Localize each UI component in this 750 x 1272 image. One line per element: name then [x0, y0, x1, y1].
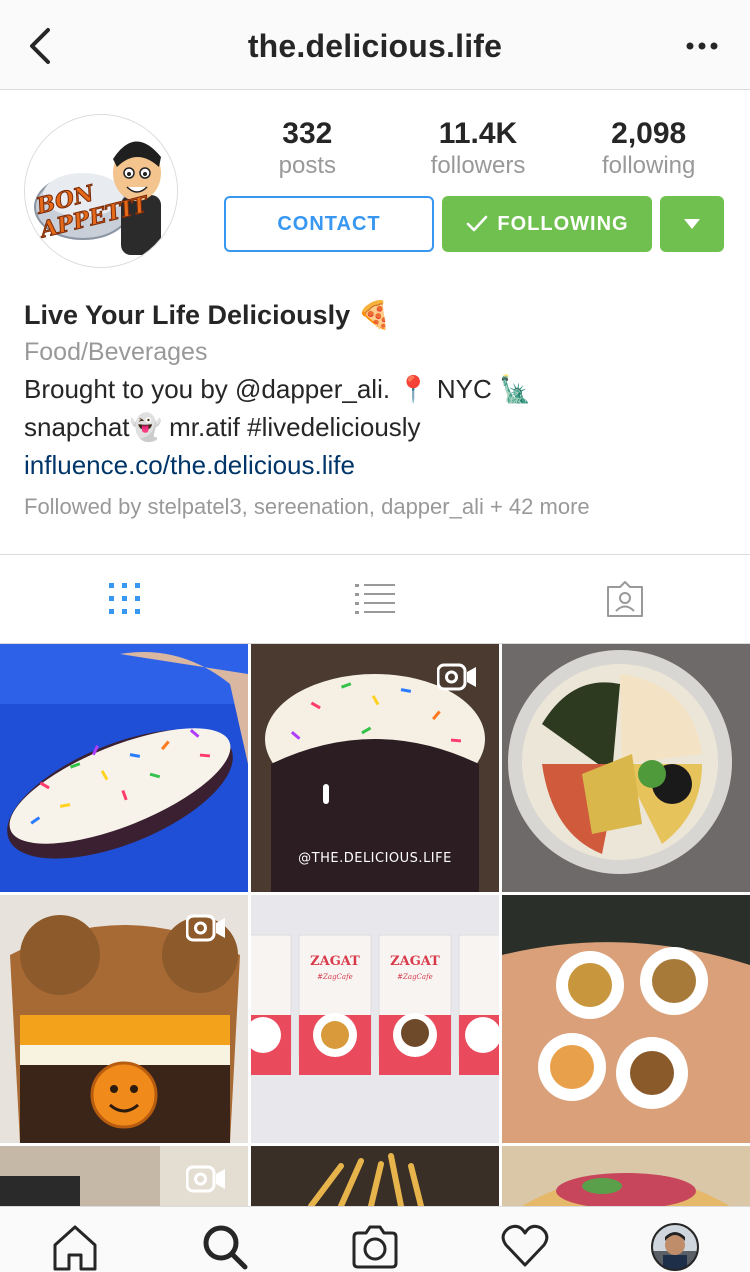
- posts-label: posts: [278, 152, 337, 179]
- followed-by-text[interactable]: Followed by stelpatel3, sereenation, dap…: [24, 490, 724, 524]
- page-title: the.delicious.life: [247, 28, 503, 64]
- bon-appetit-logo: BON APPETIT: [25, 115, 177, 267]
- zagat-sub-label: #ZagCafe: [317, 973, 353, 981]
- post-thumbnail[interactable]: [502, 644, 750, 892]
- video-camera-icon: [437, 663, 476, 691]
- zagat-label: ZAGAT: [310, 954, 360, 969]
- stat-followers[interactable]: 11.4K followers: [393, 116, 564, 186]
- bottom-navigation: [0, 1206, 750, 1272]
- list-icon: [355, 584, 395, 614]
- post-thumbnail[interactable]: [0, 895, 248, 1143]
- following-button-label: FOLLOWING: [497, 212, 629, 235]
- post-thumbnail[interactable]: ZAGAT ZAGAT #ZagCafe #ZagCafe: [251, 895, 499, 1143]
- zagat-label: ZAGAT: [390, 954, 440, 969]
- heart-icon: [501, 1224, 549, 1267]
- poke-bowl-photo: [502, 644, 750, 892]
- posts-count: 332: [282, 117, 333, 150]
- profile-avatar[interactable]: BON APPETIT: [24, 114, 178, 268]
- suggestions-dropdown-button[interactable]: [660, 196, 724, 252]
- nav-profile[interactable]: [650, 1223, 700, 1272]
- post-thumbnail[interactable]: @THE.DELICIOUS.LIFE: [251, 644, 499, 892]
- grid-icon: [109, 583, 140, 614]
- contact-button-label: CONTACT: [277, 212, 381, 235]
- profile-avatar: [651, 1223, 699, 1271]
- following-label: following: [601, 152, 696, 179]
- profile-name: Live Your Life Deliciously 🍕: [24, 300, 392, 330]
- followers-count: 11.4K: [438, 117, 518, 150]
- post-thumbnail[interactable]: [0, 644, 248, 892]
- profile-category: Food/Beverages: [24, 338, 208, 366]
- post-thumbnail[interactable]: [502, 1146, 750, 1206]
- top-bar: the.delicious.life: [0, 0, 750, 90]
- nav-camera[interactable]: [350, 1223, 400, 1272]
- nav-search[interactable]: [200, 1223, 250, 1272]
- post-thumbnail[interactable]: [251, 1146, 499, 1206]
- contact-button[interactable]: CONTACT: [224, 196, 434, 252]
- video-camera-icon: [186, 914, 225, 942]
- triangle-down-icon: [684, 219, 700, 229]
- zagat-sub-label: #ZagCafe: [397, 973, 433, 981]
- home-icon: [53, 1225, 97, 1271]
- bio-line-2: snapchat👻 mr.atif #livedeliciously: [24, 412, 421, 442]
- followers-label: followers: [430, 152, 526, 179]
- zagat-boxes-photo: ZAGAT ZAGAT #ZagCafe #ZagCafe: [251, 895, 499, 1143]
- tacos-photo: [502, 1146, 750, 1206]
- more-options-icon[interactable]: [680, 32, 724, 60]
- bio-line-1: Brought to you by @dapper_ali. 📍 NYC 🗽: [24, 374, 532, 404]
- tab-tagged[interactable]: [500, 555, 750, 643]
- video-camera-icon: [186, 1165, 225, 1193]
- camera-icon: [352, 1225, 398, 1269]
- watermark-text: @THE.DELICIOUS.LIFE: [298, 851, 452, 866]
- post-thumbnail[interactable]: [502, 895, 750, 1143]
- post-thumbnail[interactable]: [0, 1146, 248, 1206]
- search-icon: [203, 1225, 248, 1270]
- following-button[interactable]: FOLLOWING: [442, 196, 652, 252]
- bio-website-link[interactable]: influence.co/the.delicious.life: [24, 446, 724, 484]
- stat-posts[interactable]: 332 posts: [222, 116, 393, 186]
- tab-list[interactable]: [250, 555, 500, 643]
- ice-cream-sandwich-photo: [0, 644, 248, 892]
- profile-bio: Live Your Life Deliciously 🍕 Food/Bevera…: [24, 296, 724, 524]
- tab-grid[interactable]: [0, 555, 250, 643]
- mini-plates-hand-photo: [502, 895, 750, 1143]
- tagged-icon: [607, 581, 643, 617]
- view-tabs: [0, 554, 750, 644]
- profile-stats: 332 posts 11.4K followers 2,098 followin…: [222, 116, 734, 186]
- checkmark-icon: [467, 215, 488, 232]
- fries-photo: [251, 1146, 499, 1206]
- stat-following[interactable]: 2,098 following: [563, 116, 734, 186]
- nav-home[interactable]: [50, 1223, 100, 1272]
- following-count: 2,098: [611, 117, 687, 150]
- nav-activity[interactable]: [500, 1223, 550, 1272]
